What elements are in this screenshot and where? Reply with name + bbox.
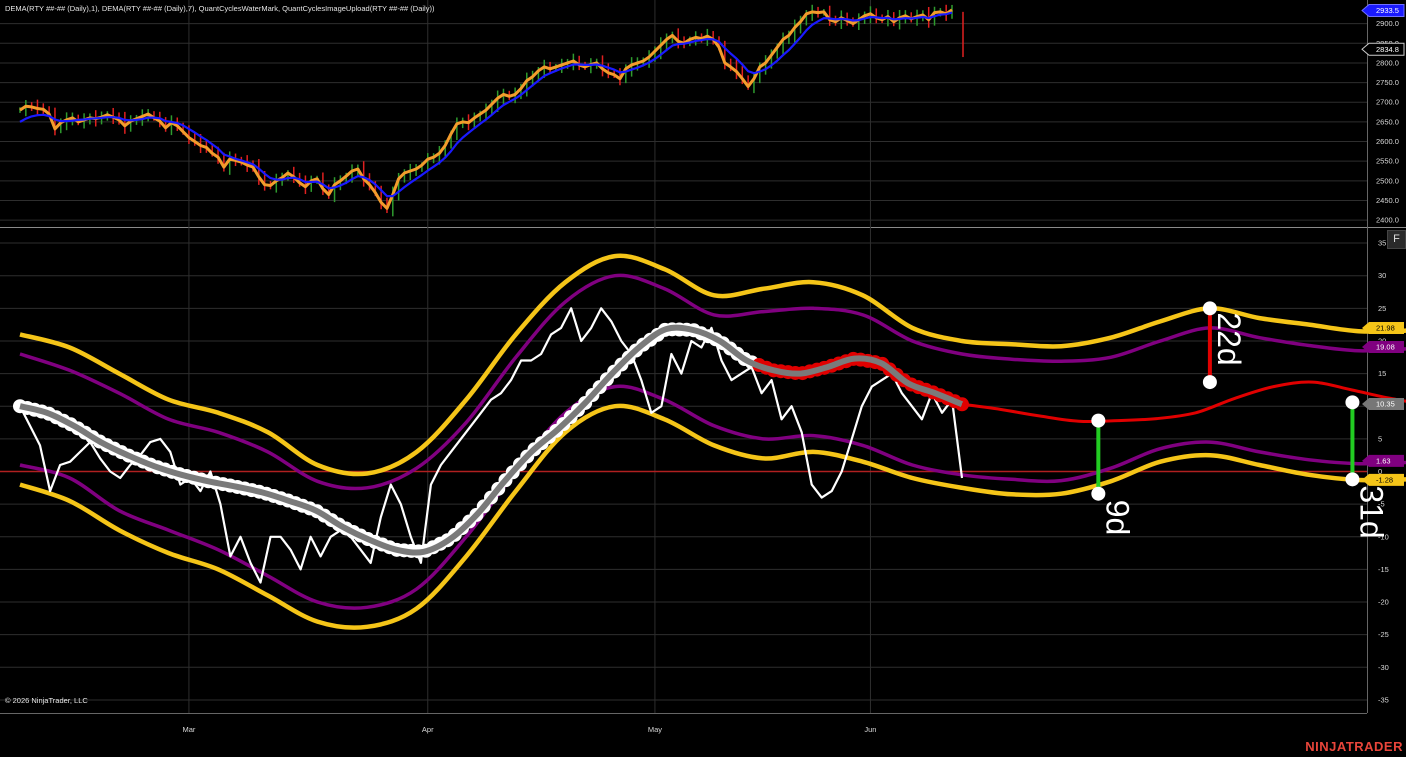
band-value-label: -1.28 [1376, 475, 1393, 484]
price-tick-label: 2450.0 [1376, 196, 1399, 205]
price-tick-label: 2550.0 [1376, 157, 1399, 166]
chart-canvas[interactable]: 2400.0 2450.0 2500.0 2550.0 2600.0 2650.0 2700… [0, 0, 1406, 757]
time-tick-label: May [648, 725, 662, 734]
time-tick-label: Mar [182, 725, 195, 734]
price-tick-label: 2750.0 [1376, 78, 1399, 87]
forecast-line [961, 380, 1406, 423]
price-tick-label: 2900.0 [1376, 19, 1399, 28]
cycle-tick-label: -20 [1378, 598, 1389, 607]
price-tick-label: 2600.0 [1376, 137, 1399, 146]
price-tag-label: 2933.5 [1376, 6, 1399, 15]
cycle-marker-label: 31d [1353, 485, 1389, 538]
price-tick-label: 2800.0 [1376, 58, 1399, 67]
copyright-label: © 2026 NinjaTrader, LLC [5, 696, 88, 705]
price-tick-label: 2400.0 [1376, 216, 1399, 225]
price-tick-label: 2700.0 [1376, 98, 1399, 107]
cycle-tick-label: -25 [1378, 630, 1389, 639]
cycle-marker-dot [1202, 375, 1217, 390]
ninjatrader-logo: NINJATRADER [1305, 739, 1403, 754]
cycle-marker-dot [1345, 395, 1360, 410]
cycle-tick-label: -15 [1378, 565, 1389, 574]
time-tick-label: Apr [422, 725, 434, 734]
price-tag-label: 2834.8 [1376, 45, 1399, 54]
panel-f-button[interactable]: F [1387, 230, 1406, 249]
cycle-marker-dot [1091, 486, 1106, 501]
band-value-label: 10.35 [1376, 399, 1395, 408]
cycle-marker-dot [1091, 413, 1106, 428]
cycle-tick-label: -35 [1378, 695, 1389, 704]
dema-fast-line [19, 8, 953, 210]
cycle-tick-label: -30 [1378, 663, 1389, 672]
cycle-tick-label: 5 [1378, 434, 1382, 443]
band-value-label: 21.98 [1376, 324, 1395, 333]
price-tick-label: 2500.0 [1376, 176, 1399, 185]
band-value-label: 19.08 [1376, 342, 1395, 351]
band-value-label: 1.63 [1376, 456, 1391, 465]
indicator-label: DEMA(RTY ##-## (Daily),1), DEMA(RTY ##-#… [5, 4, 435, 13]
cycle-marker-label: 22d [1211, 312, 1247, 365]
price-tick-label: 2650.0 [1376, 117, 1399, 126]
cycle-tick-label: 15 [1378, 369, 1386, 378]
time-tick-label: Jun [864, 725, 876, 734]
cycle-marker-dot [1345, 472, 1360, 487]
cycle-tick-label: 30 [1378, 271, 1386, 280]
cycle-tick-label: 25 [1378, 304, 1386, 313]
cycle-marker-label: 9d [1099, 500, 1135, 536]
oscillator-line [19, 307, 964, 584]
cycle-tick-label: 35 [1378, 239, 1386, 248]
